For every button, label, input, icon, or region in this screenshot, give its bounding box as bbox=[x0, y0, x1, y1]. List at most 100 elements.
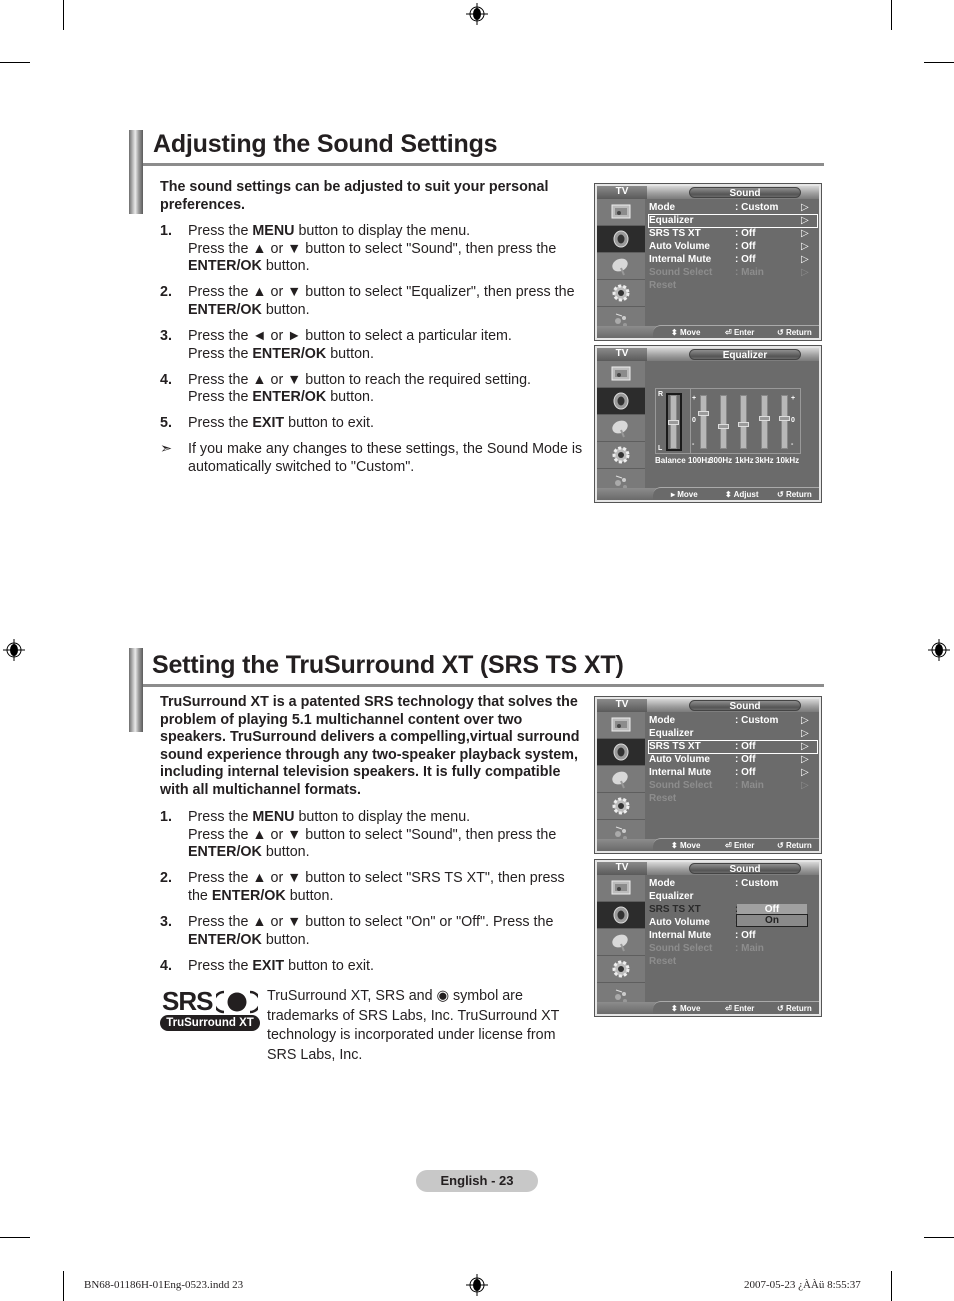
help-move: ⬍ Move bbox=[671, 328, 701, 337]
help-return: ↺ Return bbox=[777, 841, 812, 850]
minus-mark: - bbox=[791, 441, 794, 448]
menu-item-value: : Main bbox=[735, 780, 764, 791]
menu-item-auto-volume[interactable]: Auto Volume: Off ▷ bbox=[649, 754, 817, 766]
menu-item-sound-select[interactable]: Sound Select: Main ▷ bbox=[649, 780, 817, 792]
step-item: 4. Press the EXIT button to exit. bbox=[160, 957, 374, 974]
eq-slider-track-100hz[interactable] bbox=[700, 395, 707, 449]
balance-left-mark: L bbox=[658, 445, 663, 452]
step-item: 2. Press the ▲ or ▼ button to select "SRS… bbox=[160, 870, 565, 904]
menu-item-label: Internal Mute bbox=[649, 254, 712, 265]
sound-icon[interactable] bbox=[597, 902, 645, 929]
channel-icon[interactable] bbox=[597, 929, 645, 956]
setup-icon[interactable] bbox=[597, 956, 645, 983]
menu-item-equalizer[interactable]: Equalizer ▷ bbox=[649, 728, 817, 740]
menu-item-mode[interactable]: Mode: Custom bbox=[649, 878, 817, 890]
setup-icon[interactable] bbox=[597, 280, 645, 307]
menu-item-auto-volume[interactable]: Auto Volume: Off ▷ bbox=[649, 241, 817, 253]
menu-item-value: : Off bbox=[735, 241, 756, 252]
eq-band-label: 100Hz bbox=[688, 456, 712, 465]
return-icon: ↺ bbox=[777, 841, 786, 850]
step-item: 3. Press the ◄ or ► button to select a pa… bbox=[160, 327, 512, 362]
step-number: 1. bbox=[160, 223, 172, 239]
osd-sound-menu-srs-popup: TVSoundMode: CustomEqualizerSRS TS XT:Au… bbox=[594, 859, 822, 1017]
osd-title: Sound bbox=[689, 700, 801, 712]
eq-slider-knob-100hz[interactable] bbox=[698, 410, 709, 416]
print-slug-file: BN68-01186H-01Eng-0523.indd 23 bbox=[84, 1279, 244, 1291]
help-move: ▸ Move bbox=[671, 490, 698, 499]
enter-icon: ⏎ bbox=[725, 1004, 734, 1013]
intro-text: The sound settings can be adjusted to su… bbox=[160, 179, 549, 213]
menu-item-mode[interactable]: Mode: Custom ▷ bbox=[649, 202, 817, 214]
step-item: 5. Press the EXIT button to exit. bbox=[160, 415, 374, 432]
menu-item-internal-mute[interactable]: Internal Mute: Off bbox=[649, 930, 817, 942]
menu-item-label: Reset bbox=[649, 280, 677, 291]
steps-list: 1. Press the MENU button to display the m… bbox=[160, 809, 585, 984]
picture-icon[interactable] bbox=[597, 875, 645, 902]
step-item: 2. Press the ▲ or ▼ button to select "Equ… bbox=[160, 284, 575, 318]
channel-icon[interactable] bbox=[597, 766, 645, 793]
eq-slider-track-3khz[interactable] bbox=[761, 395, 768, 449]
chevron-right-icon: ▷ bbox=[801, 754, 809, 765]
option-off[interactable]: Off bbox=[737, 904, 807, 915]
picture-icon[interactable] bbox=[597, 361, 645, 388]
picture-icon[interactable] bbox=[597, 199, 645, 226]
osd-sidebar bbox=[597, 875, 645, 1010]
crop-mark bbox=[891, 1271, 892, 1301]
menu-item-reset[interactable]: Reset bbox=[649, 793, 817, 805]
help-enter: ⏎ Enter bbox=[725, 1004, 755, 1013]
menu-item-sound-select[interactable]: Sound Select: Main bbox=[649, 943, 817, 955]
eq-band-label: 300Hz bbox=[709, 456, 733, 465]
help-return: ↺ Return bbox=[777, 328, 812, 337]
menu-item-equalizer[interactable]: Equalizer bbox=[649, 891, 817, 903]
menu-item-internal-mute[interactable]: Internal Mute: Off ▷ bbox=[649, 254, 817, 266]
eq-slider-knob-10khz[interactable] bbox=[779, 415, 790, 421]
menu-item-sound-select[interactable]: Sound Select: Main ▷ bbox=[649, 267, 817, 279]
balance-slider-knob[interactable] bbox=[668, 419, 679, 425]
menu-item-label: Internal Mute bbox=[649, 767, 712, 778]
trusurround-xt-badge: TruSurround XT bbox=[160, 1015, 260, 1031]
chevron-right-icon: ▷ bbox=[801, 767, 809, 778]
help-enter: ⏎ Enter bbox=[725, 841, 755, 850]
menu-item-label: Auto Volume bbox=[649, 241, 710, 252]
section-bar bbox=[129, 648, 143, 732]
chevron-right-icon: ▷ bbox=[801, 741, 809, 752]
channel-icon[interactable] bbox=[597, 415, 645, 442]
plus-mark: + bbox=[692, 395, 697, 402]
menu-item-srs-ts-xt[interactable]: SRS TS XT: Off ▷ bbox=[648, 740, 818, 754]
step-number: 4. bbox=[160, 371, 172, 388]
setup-icon[interactable] bbox=[597, 442, 645, 469]
eq-slider-track-300hz[interactable] bbox=[720, 395, 727, 449]
menu-item-srs-ts-xt[interactable]: SRS TS XT: Off ▷ bbox=[649, 228, 817, 240]
chevron-right-icon: ▷ bbox=[801, 728, 809, 739]
enter-icon: ⏎ bbox=[725, 328, 734, 337]
move-icon: ⬍ bbox=[671, 841, 680, 850]
return-icon: ↺ bbox=[777, 1004, 786, 1013]
eq-slider-knob-1khz[interactable] bbox=[738, 421, 749, 427]
menu-item-equalizer[interactable]: Equalizer ▷ bbox=[648, 214, 818, 228]
page-number-badge: English - 23 bbox=[416, 1170, 538, 1192]
menu-item-label: Sound Select bbox=[649, 943, 713, 954]
menu-item-internal-mute[interactable]: Internal Mute: Off ▷ bbox=[649, 767, 817, 779]
menu-item-reset[interactable]: Reset bbox=[649, 280, 817, 292]
sound-icon[interactable] bbox=[597, 739, 645, 766]
eq-slider-knob-3khz[interactable] bbox=[759, 415, 770, 421]
sound-icon[interactable] bbox=[597, 388, 645, 415]
eq-slider-knob-300hz[interactable] bbox=[718, 424, 729, 430]
menu-item-mode[interactable]: Mode: Custom ▷ bbox=[649, 715, 817, 727]
sound-icon[interactable] bbox=[597, 226, 645, 253]
menu-item-label: Reset bbox=[649, 793, 677, 804]
balance-right-mark: R bbox=[658, 391, 664, 398]
menu-item-label: Sound Select bbox=[649, 780, 713, 791]
picture-icon[interactable] bbox=[597, 712, 645, 739]
step-number: 4. bbox=[160, 957, 172, 974]
step-number: 2. bbox=[160, 284, 172, 301]
step-item: 1. Press the MENU button to display the m… bbox=[160, 223, 557, 275]
eq-slider-track-10khz[interactable] bbox=[781, 395, 788, 449]
return-icon: ↺ bbox=[777, 490, 786, 499]
menu-item-value: : Custom bbox=[735, 878, 779, 889]
channel-icon[interactable] bbox=[597, 253, 645, 280]
setup-icon[interactable] bbox=[597, 793, 645, 820]
option-on[interactable]: On bbox=[736, 914, 808, 927]
menu-item-reset[interactable]: Reset bbox=[649, 956, 817, 968]
step-item: 1. Press the MENU button to display the m… bbox=[160, 809, 557, 861]
